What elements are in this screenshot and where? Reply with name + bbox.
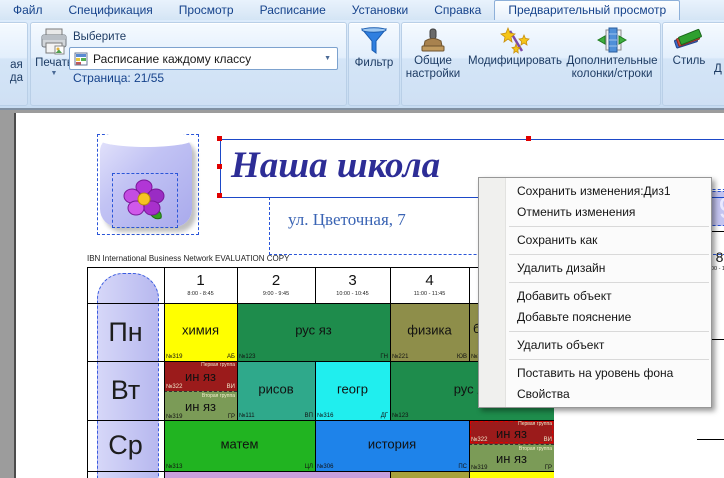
schedule-type-icon	[74, 52, 88, 66]
menu-separator	[509, 282, 709, 283]
flower-object-selection[interactable]	[97, 134, 199, 235]
magic-wand-stars-icon	[500, 27, 530, 55]
tab-schedule[interactable]: Расписание	[247, 0, 339, 20]
modify-label: Модифицировать	[468, 55, 562, 68]
tab-file[interactable]: Файл	[0, 0, 56, 20]
menu-item-save-as[interactable]: Сохранить как	[479, 230, 711, 251]
menu-item-add-object[interactable]: Добавить объект	[479, 286, 711, 307]
period-header-1[interactable]: 1 8:00 - 8:45	[164, 267, 237, 303]
page-counter: Страница: 21/55	[73, 71, 164, 85]
cell-bottom-clipped-mid[interactable]	[390, 471, 469, 478]
schedule-type-combobox[interactable]: Расписание каждому классу ▼	[69, 47, 338, 70]
cell-tue-english-group1[interactable]: Первая группа ин яз №322 ВИ	[164, 361, 237, 391]
choose-label: Выберите	[73, 31, 126, 44]
menu-item-properties[interactable]: Свойства	[479, 384, 711, 405]
clipped-right-button-label[interactable]: Д	[714, 63, 722, 76]
context-menu: Сохранить изменения:Диз1 Отменить измене…	[478, 177, 712, 408]
cell-wed-math[interactable]: матем №313 ЦЛ	[164, 420, 315, 471]
ribbon-group-clipped-left: ая да	[0, 22, 28, 106]
cell-mon-physics[interactable]: физика №221 ЮВ	[390, 303, 469, 361]
menu-item-delete-design[interactable]: Удалить дизайн	[479, 258, 711, 279]
tab-view[interactable]: Просмотр	[166, 0, 247, 20]
print-dropdown-arrow[interactable]: ▼	[51, 70, 58, 77]
modify-button[interactable]: Модифицировать	[464, 27, 566, 68]
tab-settings[interactable]: Установки	[339, 0, 421, 20]
columns-rows-icon	[597, 27, 627, 55]
ribbon-group-style: Стиль Д	[662, 22, 724, 106]
selection-handle[interactable]	[217, 136, 222, 141]
evaluation-watermark: IBN International Business Network EVALU…	[87, 254, 289, 263]
general-settings-button[interactable]: Общие настройки	[406, 27, 460, 81]
menu-item-send-to-background[interactable]: Поставить на уровень фона	[479, 363, 711, 384]
day-label-tue: Вт	[87, 375, 164, 406]
filter-button-label: Фильтр	[355, 57, 394, 70]
filter-button[interactable]: Фильтр	[353, 27, 395, 70]
style-button-label: Стиль	[673, 55, 706, 68]
filter-funnel-icon	[360, 27, 388, 57]
extra-columns-label-line2: колонки/строки	[572, 68, 653, 81]
menu-item-delete-object[interactable]: Удалить объект	[479, 335, 711, 356]
period-header-2[interactable]: 2 9:00 - 9:45	[237, 267, 315, 303]
cell-tue-drawing[interactable]: рисов №111 ВП	[237, 361, 315, 420]
clipped-button-label-line1[interactable]: ая	[10, 59, 23, 72]
period-header-4[interactable]: 4 11:00 - 11:45	[390, 267, 469, 303]
selection-handle[interactable]	[217, 193, 222, 198]
menu-item-save-changes[interactable]: Сохранить изменения:Диз1	[479, 181, 711, 202]
selection-handle[interactable]	[217, 164, 222, 169]
general-settings-label-line2: настройки	[406, 68, 460, 81]
menu-item-undo-changes[interactable]: Отменить изменения	[479, 202, 711, 223]
cell-tue-geography[interactable]: геогр №316 ДГ	[315, 361, 390, 420]
extra-columns-label-line1: Дополнительные	[566, 55, 657, 68]
menu-item-add-note[interactable]: Добавьте пояснение	[479, 307, 711, 328]
books-icon	[673, 27, 705, 55]
cell-tue-english-group2[interactable]: Вторая группа ин яз №319 ГР	[164, 391, 237, 421]
menu-separator	[509, 331, 709, 332]
menu-separator	[509, 254, 709, 255]
general-settings-label-line1: Общие	[414, 55, 452, 68]
extra-columns-rows-button[interactable]: Дополнительные колонки/строки	[566, 27, 658, 81]
ribbon-group-filter: Фильтр	[348, 22, 400, 106]
selection-handle[interactable]	[526, 136, 531, 141]
day-label-wed: Ср	[87, 430, 164, 461]
tab-help[interactable]: Справка	[421, 0, 494, 20]
flower-image-frame[interactable]	[112, 173, 178, 228]
combobox-arrow-icon[interactable]: ▼	[324, 55, 331, 62]
cell-bottom-clipped-left[interactable]	[164, 471, 390, 478]
cell-wed-english-group2[interactable]: Вторая группа ин яз №319 ГР	[469, 444, 554, 472]
cell-bottom-clipped-right[interactable]	[469, 471, 554, 478]
cell-wed-english-group1-selected[interactable]: Первая группа ин яз №322 ВИ	[469, 420, 554, 444]
menu-separator	[509, 359, 709, 360]
tab-specification[interactable]: Спецификация	[56, 0, 166, 20]
clipped-button-label-line2[interactable]: да	[10, 72, 23, 85]
cell-mon-chemistry[interactable]: химия №319 АБ	[164, 303, 237, 361]
ribbon-tab-bar: Файл Спецификация Просмотр Расписание Ус…	[0, 0, 724, 20]
schedule-type-value: Расписание каждому классу	[93, 52, 324, 66]
period-header-3[interactable]: 3 10:00 - 10:45	[315, 267, 390, 303]
printer-icon	[39, 27, 69, 57]
day-label-mon: Пн	[87, 317, 164, 348]
stamp-icon	[419, 27, 447, 55]
cell-wed-history[interactable]: история №306 ПС	[315, 420, 469, 471]
ribbon: ая да Печать ▼ Выберите	[0, 20, 724, 110]
ribbon-group-print: Печать ▼ Выберите Расписание каждому кла…	[30, 22, 347, 106]
tab-print-preview-active[interactable]: Предварительный просмотр	[494, 0, 680, 20]
style-button[interactable]: Стиль	[667, 27, 711, 68]
ribbon-group-tools: Общие настройки Модифицировать	[401, 22, 661, 106]
flower-icon	[121, 177, 167, 223]
schedule-app-window: Файл Спецификация Просмотр Расписание Ус…	[0, 0, 724, 478]
cell-mon-russian[interactable]: рус яз №123 ГН	[237, 303, 390, 361]
menu-separator	[509, 226, 709, 227]
print-button-label: Печать	[35, 57, 73, 70]
